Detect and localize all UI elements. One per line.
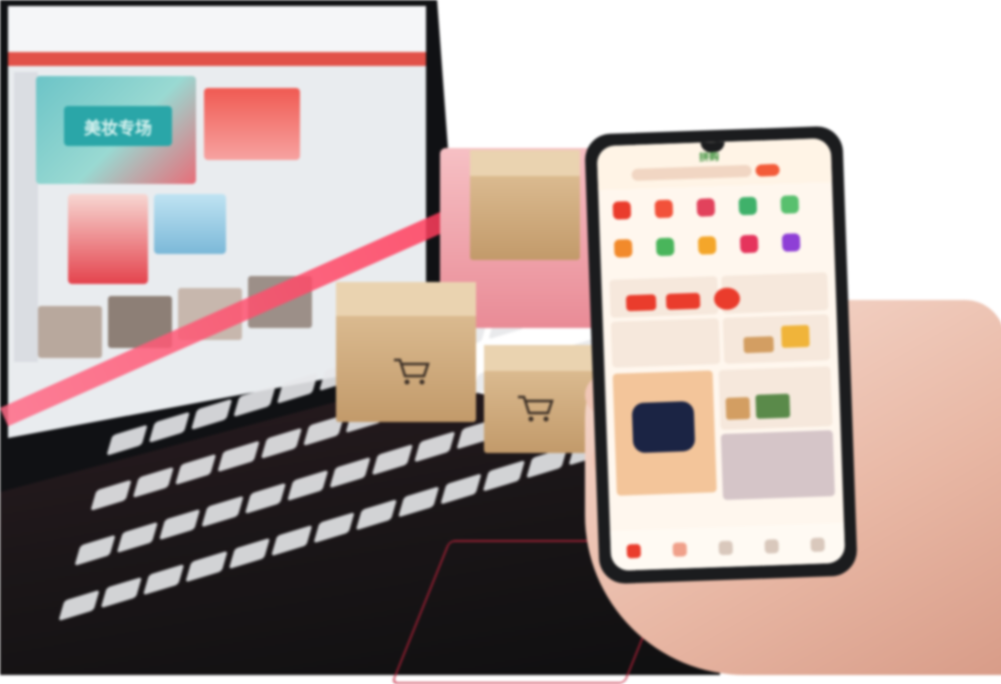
promo-tile <box>610 318 721 368</box>
category-icon <box>654 199 674 219</box>
tab-icon <box>718 540 733 556</box>
app-title: 拼购 <box>698 151 720 164</box>
webpage-product-card <box>154 194 226 254</box>
category-icon <box>613 239 633 258</box>
tab-icon <box>810 537 825 552</box>
promo-tile <box>722 314 831 364</box>
webpage-sidebar <box>14 72 38 362</box>
app-search-button <box>755 163 780 177</box>
product-card <box>720 430 835 501</box>
category-icon <box>655 237 675 257</box>
category-icon <box>739 234 759 254</box>
webpage-thumbnail <box>38 306 102 358</box>
product-image <box>725 397 751 420</box>
webpage-product-card <box>68 194 148 284</box>
product-handbag <box>631 400 696 454</box>
cardboard-box <box>484 345 596 453</box>
product-image <box>755 393 791 419</box>
cardboard-box <box>470 150 580 260</box>
product-image <box>625 294 657 312</box>
category-icon <box>780 195 800 214</box>
category-icon <box>612 201 632 220</box>
product-image <box>743 336 774 354</box>
phone-screen: 拼购 <box>596 138 846 571</box>
category-icon <box>697 236 717 255</box>
photo-scene: 美妆专场 拼购 <box>0 0 1001 684</box>
webpage-promo-card <box>204 88 300 160</box>
smartphone: 拼购 <box>584 125 858 585</box>
cardboard-box <box>336 282 476 422</box>
tab-home-icon <box>626 543 642 559</box>
webpage-nav-bar <box>8 52 426 66</box>
category-icon <box>738 196 758 216</box>
tab-icon <box>764 539 779 554</box>
cart-icon <box>394 358 430 385</box>
tab-icon <box>672 542 688 557</box>
webpage-banner-text: 美妆专场 <box>64 106 172 146</box>
category-icon <box>781 233 801 252</box>
webpage-header <box>8 6 426 52</box>
category-icon <box>696 198 716 217</box>
product-image <box>665 292 701 310</box>
product-image <box>781 324 810 348</box>
cart-icon <box>518 395 554 422</box>
app-tab-bar <box>610 522 846 571</box>
